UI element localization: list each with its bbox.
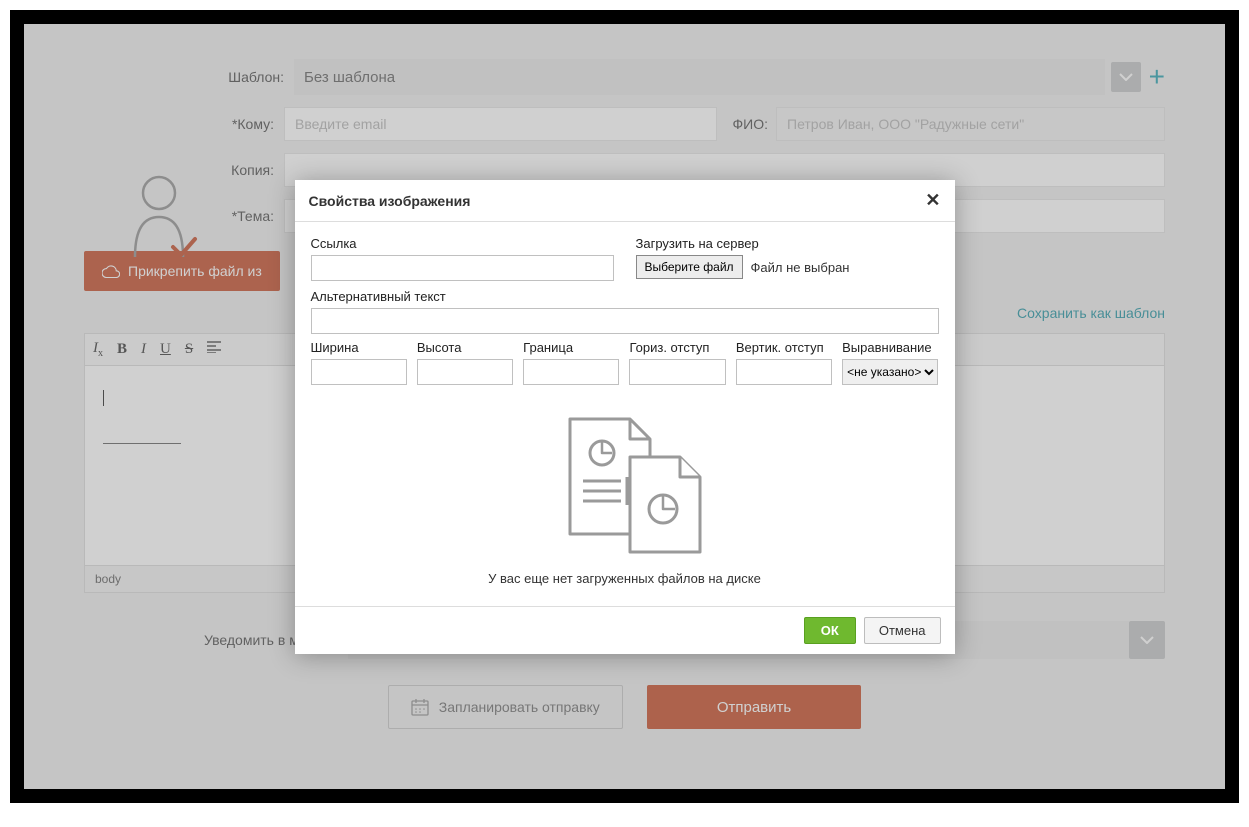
empty-files-icon	[535, 409, 715, 559]
width-input[interactable]	[311, 359, 407, 385]
add-template-button[interactable]: +	[1149, 61, 1165, 93]
width-label: Ширина	[311, 340, 407, 355]
upload-label: Загрузить на сервер	[636, 236, 939, 251]
url-input[interactable]	[311, 255, 614, 281]
image-properties-dialog: Свойства изображения ✕ Ссылка Загрузить …	[295, 180, 955, 654]
height-input[interactable]	[417, 359, 513, 385]
cc-label: Копия:	[224, 162, 284, 178]
template-dropdown-toggle[interactable]	[1111, 62, 1141, 92]
fio-label: ФИО:	[733, 116, 769, 132]
cancel-button[interactable]: Отмена	[864, 617, 941, 644]
italic-button[interactable]: I	[141, 341, 146, 358]
alt-text-label: Альтернативный текст	[311, 289, 939, 304]
cloud-icon	[102, 265, 120, 278]
height-label: Высота	[417, 340, 513, 355]
schedule-send-label: Запланировать отправку	[439, 699, 600, 715]
fio-input[interactable]: Петров Иван, ООО "Радужные сети"	[776, 107, 1165, 141]
avatar	[129, 169, 199, 269]
border-label: Граница	[523, 340, 619, 355]
url-label: Ссылка	[311, 236, 614, 251]
notify-dropdown-toggle[interactable]	[1129, 621, 1165, 659]
underline-button[interactable]: U	[160, 341, 171, 358]
close-icon[interactable]: ✕	[925, 190, 940, 211]
border-input[interactable]	[523, 359, 619, 385]
template-label: Шаблон:	[224, 69, 294, 85]
align-label: Выравнивание	[842, 340, 938, 355]
hspace-input[interactable]	[629, 359, 725, 385]
vspace-label: Вертик. отступ	[736, 340, 832, 355]
chevron-down-icon	[1119, 73, 1133, 81]
bold-button[interactable]: B	[117, 341, 127, 358]
alt-text-input[interactable]	[311, 308, 939, 334]
align-button[interactable]	[207, 341, 221, 358]
hspace-label: Гориз. отступ	[629, 340, 725, 355]
to-input[interactable]: Введите email	[284, 107, 717, 141]
no-file-text: Файл не выбран	[751, 260, 850, 275]
schedule-send-button[interactable]: Запланировать отправку	[388, 685, 623, 729]
ok-button[interactable]: ОК	[804, 617, 856, 644]
template-select[interactable]: Без шаблона	[294, 59, 1105, 95]
vspace-input[interactable]	[736, 359, 832, 385]
subject-label: *Тема:	[224, 208, 284, 224]
to-label: *Кому:	[224, 116, 284, 132]
calendar-icon	[411, 698, 429, 716]
chevron-down-icon	[1140, 636, 1154, 644]
choose-file-button[interactable]: Выберите файл	[636, 255, 743, 279]
save-as-template-link[interactable]: Сохранить как шаблон	[1017, 305, 1165, 321]
send-button[interactable]: Отправить	[647, 685, 861, 729]
empty-files-text: У вас еще нет загруженных файлов на диск…	[311, 571, 939, 586]
strike-button[interactable]: S	[185, 341, 193, 358]
align-select[interactable]: <не указано>	[842, 359, 938, 385]
clear-format-button[interactable]: Ix	[93, 340, 103, 359]
dialog-title: Свойства изображения	[309, 193, 471, 209]
